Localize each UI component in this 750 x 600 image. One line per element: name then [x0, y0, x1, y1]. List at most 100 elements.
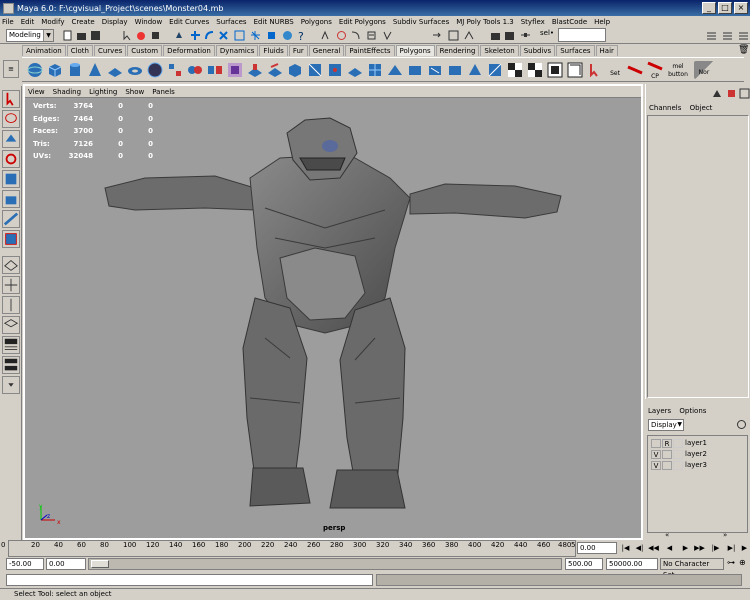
playback-start-field[interactable]: 0.00 [46, 558, 86, 570]
tab-deformation[interactable]: Deformation [163, 45, 215, 56]
menu-display[interactable]: Display [102, 18, 128, 26]
viewport-menu-lighting[interactable]: Lighting [89, 88, 117, 96]
single-pane-layout-icon[interactable] [2, 256, 20, 274]
perspective-outliner-icon[interactable] [2, 316, 20, 334]
lasso-icon[interactable] [2, 110, 20, 128]
close-button[interactable]: × [734, 2, 748, 14]
channels-menu[interactable]: Channels [649, 104, 681, 112]
help-icon[interactable]: ? [296, 30, 307, 41]
layout-icon[interactable] [448, 30, 459, 41]
anim-prefs-button[interactable]: ▶ [739, 542, 750, 554]
menu-surfaces[interactable]: Surfaces [216, 18, 246, 26]
poly-split-icon[interactable] [306, 61, 324, 79]
hypershade-layout-icon[interactable] [2, 356, 20, 374]
poly-subdivide-icon[interactable] [366, 61, 384, 79]
uv-checker-icon[interactable] [526, 61, 544, 79]
snap-grid-icon[interactable] [190, 30, 201, 41]
poly-cone-icon[interactable] [86, 61, 104, 79]
side-by-side-layout-icon[interactable] [2, 296, 20, 314]
clapper-icon[interactable] [490, 30, 501, 41]
go-to-end-button[interactable]: ▶| [726, 542, 737, 554]
tab-general[interactable]: General [308, 45, 345, 56]
poly-torus-icon[interactable] [126, 61, 144, 79]
globe-icon[interactable] [282, 30, 293, 41]
open-scene-icon[interactable] [76, 30, 87, 41]
snap-point-icon[interactable] [218, 30, 229, 41]
poly-plane-icon[interactable] [106, 61, 124, 79]
ipr-render-icon[interactable] [350, 30, 361, 41]
tab-fluids[interactable]: Fluids [259, 45, 288, 56]
rotate-tool-icon[interactable] [2, 150, 20, 168]
layer-row[interactable]: V layer3 [648, 460, 749, 471]
poly-combine-icon[interactable] [186, 61, 204, 79]
play-backward-button[interactable]: ◀ [664, 542, 675, 554]
uv-layout-icon[interactable] [546, 61, 564, 79]
layer-scroll-left-icon[interactable]: « [665, 531, 669, 539]
poly-bevel-icon[interactable] [286, 61, 304, 79]
pick-mask-icon[interactable] [174, 30, 185, 41]
layer-row[interactable]: R layer1 [648, 438, 749, 449]
mel-command-input[interactable] [6, 574, 373, 586]
viewport-menu-panels[interactable]: Panels [152, 88, 175, 96]
go-to-start-button[interactable]: |◀ [620, 542, 631, 554]
character-set-select[interactable]: No Character Set [660, 558, 724, 579]
tab-polygons[interactable]: Polygons [395, 45, 435, 56]
channel-box-area[interactable] [647, 115, 749, 398]
viewport-menu-show[interactable]: Show [125, 88, 144, 96]
poly-disc-icon[interactable] [146, 61, 164, 79]
tab-skeleton[interactable]: Skeleton [480, 45, 519, 56]
new-scene-icon[interactable] [62, 30, 73, 41]
layer-color-swatch[interactable] [673, 439, 683, 448]
four-pane-layout-icon[interactable] [2, 276, 20, 294]
time-ruler[interactable]: 20 40 60 80 100 120 140 160 180 200 220 … [8, 540, 576, 557]
layer-color-swatch[interactable] [673, 450, 683, 459]
poly-boolean-icon[interactable] [226, 61, 244, 79]
menu-modify[interactable]: Modify [41, 18, 64, 26]
save-scene-icon[interactable] [90, 30, 101, 41]
select-object-icon[interactable] [136, 30, 147, 41]
step-back-key-button[interactable]: ◀| [634, 542, 645, 554]
sequence-icon[interactable] [504, 30, 515, 41]
monster-model[interactable] [25, 98, 641, 538]
last-tool-icon[interactable] [2, 230, 20, 248]
snap-view-plane-icon[interactable] [234, 30, 245, 41]
select-component-icon[interactable] [150, 30, 161, 41]
maximize-button[interactable]: □ [718, 2, 732, 14]
menu-subdiv-surfaces[interactable]: Subdiv Surfaces [393, 18, 449, 26]
menu-mj-poly-tools[interactable]: MJ Poly Tools 1.3 [456, 18, 514, 26]
select-arrow-icon[interactable] [2, 90, 20, 108]
render-region-icon[interactable] [336, 30, 347, 41]
poly-reduce-icon[interactable] [466, 61, 484, 79]
tab-fur[interactable]: Fur [288, 45, 308, 56]
menu-edit-nurbs[interactable]: Edit NURBS [254, 18, 294, 26]
options-menu[interactable]: Options [679, 407, 706, 415]
select-hierarchy-icon[interactable] [122, 30, 133, 41]
new-layer-icon[interactable] [736, 419, 747, 430]
menu-polygons[interactable]: Polygons [301, 18, 332, 26]
poly-wedge-icon[interactable] [386, 61, 404, 79]
tab-rendering[interactable]: Rendering [435, 45, 480, 56]
tab-animation[interactable]: Animation [22, 45, 66, 56]
tab-cloth[interactable]: Cloth [66, 45, 93, 56]
tool-settings-icon[interactable] [722, 30, 733, 41]
layer-type-select[interactable]: Display ▼ [648, 419, 684, 431]
playback-end-field[interactable]: 500.00 [565, 558, 603, 570]
tab-hair[interactable]: Hair [595, 45, 618, 56]
shelf-nor-button[interactable]: Nor [694, 61, 714, 79]
input-line-icon[interactable] [432, 30, 443, 41]
poly-fill-hole-icon[interactable] [446, 61, 464, 79]
layer-color-swatch[interactable] [673, 461, 683, 470]
history-icon[interactable] [266, 30, 277, 41]
menu-edit-polygons[interactable]: Edit Polygons [339, 18, 386, 26]
menu-blastcode[interactable]: BlastCode [552, 18, 587, 26]
hypershade-icon[interactable] [382, 30, 393, 41]
move-tool-icon[interactable] [2, 130, 20, 148]
toolbox-expand-icon[interactable] [2, 376, 20, 394]
render-icon[interactable] [320, 30, 331, 41]
step-back-frame-button[interactable]: ◀◀ [648, 542, 659, 554]
range-bar[interactable] [88, 558, 562, 570]
tab-curves[interactable]: Curves [93, 45, 127, 56]
viewport-menu-shading[interactable]: Shading [53, 88, 81, 96]
delete-shelf-icon[interactable]: 🗑 [738, 45, 749, 55]
layer-scroll-right-icon[interactable]: » [723, 531, 727, 539]
